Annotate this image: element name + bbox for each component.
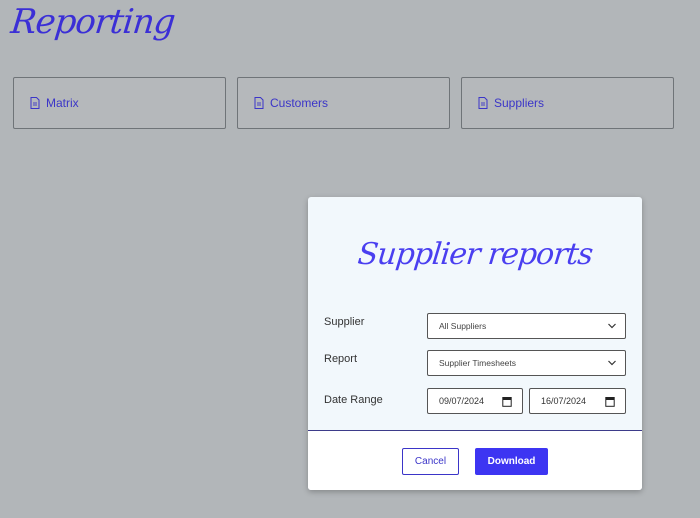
report-card-label: Customers [270,96,329,110]
report-card-label: Matrix [46,96,79,110]
supplier-select-value: All Suppliers [439,321,487,331]
cancel-button[interactable]: Cancel [402,448,459,475]
download-button[interactable]: Download [475,448,548,475]
dialog-title: Supplier reports [356,237,594,272]
document-icon [254,97,264,109]
chevron-down-icon [608,360,616,366]
report-card-label: Suppliers [494,96,545,110]
report-select[interactable]: Supplier Timesheets [427,350,626,376]
supplier-reports-dialog: Supplier reports Supplier All Suppliers … [308,197,642,490]
report-card-suppliers[interactable]: Suppliers [461,77,674,129]
chevron-down-icon [608,323,616,329]
document-icon [30,97,40,109]
supplier-select[interactable]: All Suppliers [427,313,626,339]
report-label: Report [324,353,358,365]
calendar-icon[interactable] [605,396,615,407]
end-date-value: 16/07/2024 [541,396,587,406]
report-card-customers[interactable]: Customers [237,77,450,129]
document-icon [478,97,488,109]
start-date-value: 09/07/2024 [439,396,485,406]
date-range-label: Date Range [324,394,383,406]
report-select-value: Supplier Timesheets [439,358,517,368]
report-card-matrix[interactable]: Matrix [13,77,226,129]
calendar-icon[interactable] [502,396,512,407]
end-date-input[interactable]: 16/07/2024 [529,388,626,414]
start-date-input[interactable]: 09/07/2024 [427,388,523,414]
supplier-label: Supplier [324,316,365,328]
page-title: Reporting [8,2,177,42]
dialog-footer: Cancel Download [308,430,642,490]
